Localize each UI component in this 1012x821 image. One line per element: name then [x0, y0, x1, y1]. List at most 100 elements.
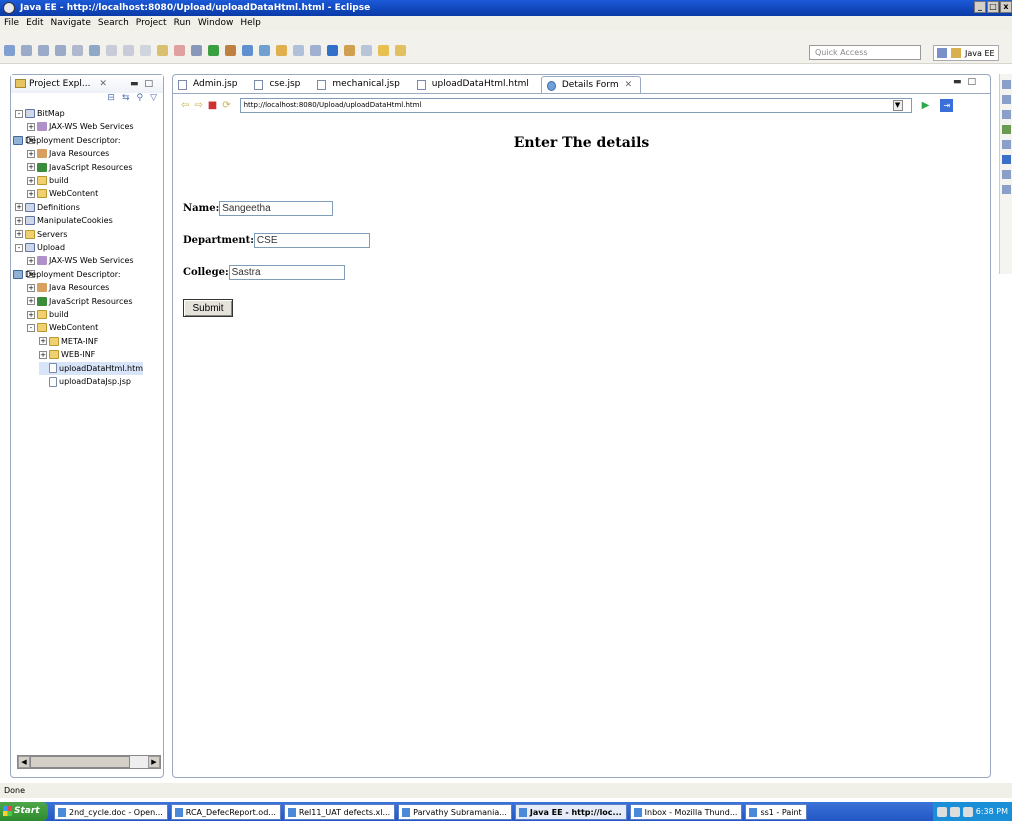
expand-toggle-icon[interactable]: + — [39, 337, 47, 346]
annotation-icon[interactable] — [310, 45, 321, 56]
taskbar-task[interactable]: 2nd_cycle.doc - Open... — [54, 803, 168, 820]
start-button[interactable]: Start — [0, 802, 48, 821]
edit-icon[interactable] — [344, 45, 355, 56]
tree-item[interactable]: + Java Resources — [27, 281, 109, 294]
tree-item[interactable]: + Definitions — [15, 201, 80, 214]
expand-toggle-icon[interactable]: - — [27, 323, 35, 332]
taskbar-task[interactable]: Inbox - Mozilla Thund... — [629, 803, 743, 820]
scroll-thumb[interactable] — [30, 756, 130, 768]
view-icon[interactable] — [1001, 95, 1011, 104]
go-icon[interactable]: ▶ — [922, 100, 930, 111]
expand-toggle-icon[interactable]: - — [15, 243, 23, 252]
tree-item[interactable]: + ManipulateCookies — [15, 214, 113, 227]
open-external-browser-icon[interactable]: ⇥ — [940, 98, 954, 112]
tree-item[interactable]: + Deployment Descriptor: — [13, 268, 121, 281]
build-icon[interactable] — [89, 45, 100, 56]
expand-toggle-icon[interactable]: + — [15, 216, 23, 225]
back-icon[interactable] — [378, 45, 389, 56]
open-perspective-icon[interactable] — [937, 48, 947, 58]
url-dropdown-icon[interactable]: ▼ — [892, 99, 903, 111]
link-editor-icon[interactable]: ⇆ — [122, 93, 130, 107]
taskbar-task[interactable]: RCA_DefecReport.od... — [170, 803, 281, 820]
stop-icon[interactable]: ■ — [208, 100, 217, 111]
tree-item[interactable]: + Java Resources — [27, 147, 109, 160]
project-explorer-tab[interactable]: Project Expl... ✕ ▬□ — [11, 75, 163, 93]
name-input[interactable] — [219, 201, 334, 216]
perspective-switcher[interactable]: Java EE — [933, 45, 999, 61]
server-icon[interactable] — [242, 45, 253, 56]
tab-admin-jsp[interactable]: Admin.jsp — [173, 76, 245, 93]
expand-toggle-icon[interactable]: + — [27, 189, 35, 198]
taskbar-task[interactable]: Parvathy Subramania... — [398, 803, 512, 820]
menu-run[interactable]: Run — [174, 16, 191, 30]
tab-uploaddatahtml[interactable]: uploadDataHtml.html — [412, 76, 537, 93]
taskbar-task[interactable]: ss1 - Paint — [745, 803, 807, 820]
menu-file[interactable]: File — [4, 16, 19, 30]
save-icon[interactable] — [21, 45, 32, 56]
collapse-all-icon[interactable]: ⊟ — [107, 93, 115, 107]
submit-button[interactable]: Submit — [183, 299, 233, 317]
external-tools-icon[interactable] — [225, 45, 236, 56]
expand-toggle-icon[interactable]: + — [15, 230, 23, 239]
debug-run-icon[interactable] — [191, 45, 202, 56]
tab-mechanical-jsp[interactable]: mechanical.jsp — [312, 76, 407, 93]
view-minmax-controls[interactable]: ▬□ — [130, 75, 159, 93]
scroll-right-arrow[interactable]: ▶ — [148, 756, 160, 768]
taskbar-task[interactable]: Java EE - http://loc... — [514, 803, 627, 820]
expand-toggle-icon[interactable]: + — [15, 203, 23, 212]
expand-toggle-icon[interactable]: + — [27, 149, 35, 158]
undo-icon[interactable] — [106, 45, 117, 56]
forward-icon[interactable] — [395, 45, 406, 56]
redo-icon[interactable] — [123, 45, 134, 56]
tree-item[interactable]: + build — [27, 308, 69, 321]
expand-toggle-icon[interactable]: + — [27, 122, 35, 131]
back-icon[interactable]: ⇦ — [181, 100, 189, 111]
view-icon[interactable] — [1001, 170, 1011, 179]
expand-toggle-icon[interactable]: - — [15, 109, 23, 118]
close-icon[interactable]: ✕ — [625, 80, 633, 90]
menu-edit[interactable]: Edit — [26, 16, 43, 30]
editor-minmax-controls[interactable]: ▬□ — [953, 77, 982, 87]
explorer-scrollbar[interactable]: ◀ ▶ — [17, 755, 161, 769]
print-icon[interactable] — [55, 45, 66, 56]
globe-icon[interactable] — [327, 45, 338, 56]
filter-icon[interactable]: ⚲ — [136, 93, 143, 107]
terminate-icon[interactable] — [174, 45, 185, 56]
view-icon[interactable] — [1001, 185, 1011, 194]
menu-search[interactable]: Search — [98, 16, 129, 30]
tree-item[interactable]: + JAX-WS Web Services — [27, 254, 134, 267]
expand-toggle-icon[interactable]: + — [27, 283, 35, 292]
view-icon[interactable] — [1001, 80, 1011, 89]
menu-window[interactable]: Window — [198, 16, 234, 30]
expand-toggle-icon[interactable]: + — [27, 176, 35, 185]
help-icon[interactable] — [936, 806, 947, 817]
taskbar-task[interactable]: Rel11_UAT defects.xl... — [283, 803, 396, 820]
college-input[interactable] — [228, 265, 345, 280]
open-type-icon[interactable] — [276, 45, 287, 56]
expand-toggle-icon[interactable]: + — [27, 163, 35, 172]
forward-icon[interactable]: ⇨ — [194, 100, 202, 111]
expand-toggle-icon[interactable]: + — [39, 350, 47, 359]
debug-icon[interactable] — [72, 45, 83, 56]
close-icon[interactable]: ✕ — [99, 79, 107, 89]
tree-item[interactable]: + WebContent — [27, 187, 98, 200]
tree-item[interactable]: - Upload — [15, 241, 65, 254]
view-icon[interactable] — [1001, 155, 1011, 164]
refresh-icon[interactable]: ⟳ — [222, 100, 230, 111]
new-icon[interactable] — [4, 45, 15, 56]
tree-item[interactable]: + build — [27, 174, 69, 187]
search-icon[interactable] — [293, 45, 304, 56]
close-button[interactable]: x — [1000, 1, 1012, 13]
tree-item[interactable]: + META-INF — [39, 335, 98, 348]
tree-item[interactable]: + WEB-INF — [39, 348, 95, 361]
menu-navigate[interactable]: Navigate — [51, 16, 91, 30]
run-icon[interactable] — [208, 45, 219, 56]
resume-icon[interactable] — [157, 45, 168, 56]
tab-cse-jsp[interactable]: cse.jsp — [249, 76, 308, 93]
view-icon[interactable] — [1001, 140, 1011, 149]
expand-toggle-icon[interactable]: + — [27, 310, 35, 319]
tab-details-form[interactable]: Details Form ✕ — [540, 76, 642, 93]
tree-item[interactable]: + JAX-WS Web Services — [27, 120, 134, 133]
step-icon[interactable] — [140, 45, 151, 56]
next-annotation-icon[interactable] — [361, 45, 372, 56]
